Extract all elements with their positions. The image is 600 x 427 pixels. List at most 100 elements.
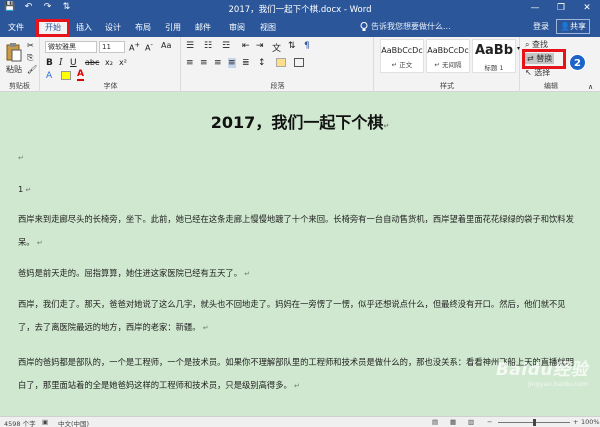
- group-label-styles: 样式: [440, 82, 454, 90]
- tell-me-search[interactable]: 告诉我您想要做什么...: [360, 21, 451, 32]
- font-name-select[interactable]: 微软雅黑: [45, 41, 97, 53]
- decrease-indent-icon[interactable]: ⇤: [242, 41, 250, 51]
- paragraph-mark-icon: ↵: [200, 324, 209, 332]
- zoom-out-icon[interactable]: −: [487, 418, 492, 426]
- paste-icon[interactable]: [6, 42, 22, 62]
- multilevel-list-icon[interactable]: ☲: [222, 41, 230, 51]
- person-icon: 👤: [560, 22, 570, 31]
- tab-home[interactable]: 开始: [36, 19, 70, 37]
- login-link[interactable]: 登录: [533, 21, 549, 32]
- read-mode-icon[interactable]: ▤: [432, 418, 438, 426]
- word-count[interactable]: 4598 个字: [4, 418, 36, 427]
- close-button[interactable]: ✕: [574, 0, 600, 17]
- tab-design[interactable]: 设计: [101, 20, 125, 37]
- paragraph-mark-icon: ↵: [34, 239, 43, 247]
- styles-scroll-icon[interactable]: ▾: [517, 45, 520, 52]
- copy-icon[interactable]: ⎘: [27, 53, 36, 62]
- window-controls: — ❐ ✕: [522, 0, 600, 17]
- tab-references[interactable]: 引用: [161, 20, 185, 37]
- justify-icon[interactable]: ≡: [228, 58, 236, 68]
- paragraph: 爸妈是前天走的。屈指算算，她住进这家医院已经有五天了。 ↵: [18, 268, 251, 278]
- change-case-icon[interactable]: Aa: [161, 41, 171, 50]
- sort-icon[interactable]: ⇅: [288, 41, 296, 51]
- paragraph-mark-icon: ↵: [383, 122, 390, 130]
- superscript-icon[interactable]: x²: [119, 58, 127, 67]
- style-name: 标题 1: [484, 64, 504, 72]
- zoom-level[interactable]: 100%: [581, 418, 600, 426]
- style-heading-1[interactable]: AaBb 标题 1: [472, 39, 516, 73]
- paragraph: 1 ↵: [18, 184, 32, 194]
- group-paragraph: ☰ ☷ ☲ ⇤ ⇥ 文 ⇅ ¶ ≡ ≡ ≡ ≡ ≣ ↕ 段落: [182, 37, 374, 92]
- group-label-clipboard: 剪贴板: [9, 82, 30, 90]
- text-effects-icon[interactable]: A: [46, 71, 52, 81]
- align-right-icon[interactable]: ≡: [214, 58, 222, 68]
- window-title: 2017，我们一起下个棋.docx - Word: [228, 5, 372, 15]
- step-badge-2: 2: [569, 54, 586, 71]
- web-layout-icon[interactable]: ▥: [468, 418, 474, 426]
- title-bar: 💾 ↶ ↷ ⇅ 2017，我们一起下个棋.docx - Word — ❐ ✕: [0, 0, 600, 17]
- underline-button[interactable]: U: [70, 58, 77, 68]
- numbering-icon[interactable]: ☷: [204, 41, 212, 51]
- style-name: ↵ 正文: [391, 61, 413, 69]
- style-name: ↵ 无间隔: [434, 61, 462, 69]
- strikethrough-icon[interactable]: abc: [85, 58, 99, 67]
- align-left-icon[interactable]: ≡: [186, 58, 194, 68]
- paragraph: 西岸，我们走了。那天，爸爸对她说了这么几字，就头也不回地走了。妈妈在一旁愣了一愣…: [18, 299, 566, 332]
- paragraph-mark-icon: ↵: [23, 186, 32, 194]
- print-layout-icon[interactable]: ▦: [450, 418, 456, 426]
- line-spacing-icon[interactable]: ↕: [258, 58, 266, 68]
- document-heading: 2017，我们一起下个棋↵: [210, 113, 390, 132]
- shrink-font-icon[interactable]: A-: [145, 41, 153, 53]
- share-label: 共享: [569, 22, 586, 31]
- highlight-color-icon[interactable]: [61, 71, 71, 80]
- tab-insert[interactable]: 插入: [72, 20, 96, 37]
- chinese-layout-icon[interactable]: 文: [272, 41, 281, 54]
- show-marks-icon[interactable]: ¶: [304, 41, 310, 51]
- watermark-main: Baidu经验: [495, 360, 588, 380]
- magnifier-icon: ⌕: [525, 40, 530, 49]
- bold-button[interactable]: B: [46, 58, 53, 68]
- zoom-in-icon[interactable]: +: [573, 418, 578, 426]
- proofing-icon[interactable]: ▣: [42, 418, 48, 426]
- font-size-select[interactable]: 11: [99, 41, 125, 53]
- italic-button[interactable]: I: [59, 58, 63, 68]
- share-button[interactable]: 👤共享: [556, 19, 590, 34]
- align-center-icon[interactable]: ≡: [200, 58, 208, 68]
- ribbon-tabs: 文件 开始 插入 设计 布局 引用 邮件 审阅 视图 告诉我您想要做什么... …: [0, 17, 600, 37]
- bullets-icon[interactable]: ☰: [186, 41, 194, 51]
- subscript-icon[interactable]: x₂: [105, 58, 113, 67]
- distributed-icon[interactable]: ≣: [242, 58, 250, 68]
- tab-file[interactable]: 文件: [4, 20, 28, 37]
- borders-icon[interactable]: [294, 58, 304, 67]
- style-normal[interactable]: AaBbCcDc ↵ 正文: [380, 39, 424, 73]
- tab-view[interactable]: 视图: [256, 20, 280, 37]
- zoom-slider-thumb[interactable]: [533, 419, 536, 426]
- tab-mailings[interactable]: 邮件: [191, 20, 215, 37]
- increase-indent-icon[interactable]: ⇥: [256, 41, 264, 51]
- find-label: 查找: [532, 40, 549, 49]
- group-styles: AaBbCcDc ↵ 正文 AaBbCcDc ↵ 无间隔 AaBb 标题 1 ▾…: [375, 37, 520, 92]
- font-color-icon[interactable]: A: [77, 69, 84, 81]
- style-preview: AaBbCcDc: [381, 46, 423, 55]
- group-label-font: 字体: [103, 82, 118, 90]
- cut-icon[interactable]: ✂: [27, 41, 36, 50]
- shading-icon[interactable]: [276, 58, 286, 67]
- style-preview: AaBbCcDc: [427, 46, 469, 55]
- ribbon-home: 粘贴 ✂ ⎘ 🖌 剪贴板 微软雅黑 11 A+ A- Aa B I U abc …: [0, 37, 600, 92]
- paragraph: 西岸来到走廊尽头的长椅旁，坐下。此前，她已经在这条走廊上慢慢地踱了十个来回。长椅…: [18, 214, 574, 247]
- format-painter-icon[interactable]: 🖌: [27, 65, 37, 74]
- select-label: 选择: [534, 68, 551, 77]
- cursor-icon: ↖: [525, 68, 532, 77]
- minimize-button[interactable]: —: [522, 0, 548, 17]
- paste-button[interactable]: 粘贴: [6, 64, 22, 75]
- tab-review[interactable]: 审阅: [225, 20, 249, 37]
- grow-font-icon[interactable]: A+: [129, 41, 140, 53]
- restore-button[interactable]: ❐: [548, 0, 574, 17]
- tell-me-text: 告诉我您想要做什么...: [371, 22, 451, 31]
- paragraph-mark-icon: ↵: [242, 270, 251, 278]
- language-indicator[interactable]: 中文(中国): [58, 418, 89, 427]
- empty-paragraph: ↵: [18, 146, 578, 170]
- tab-layout[interactable]: 布局: [131, 20, 155, 37]
- collapse-ribbon-icon[interactable]: ∧: [588, 83, 593, 91]
- style-no-spacing[interactable]: AaBbCcDc ↵ 无间隔: [426, 39, 470, 73]
